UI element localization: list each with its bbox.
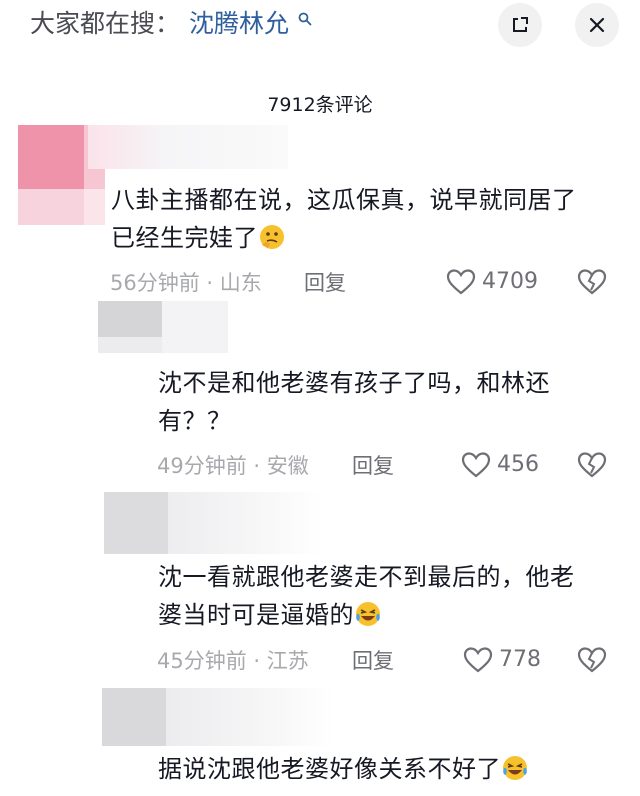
expand-icon — [513, 17, 528, 32]
close-button[interactable] — [575, 3, 619, 47]
avatar-mosaic — [98, 337, 162, 353]
username-blurred[interactable] — [162, 301, 228, 353]
avatar[interactable] — [102, 688, 166, 746]
thinking-face-emoji — [260, 225, 284, 249]
broken-heart-icon[interactable] — [577, 451, 607, 479]
avatar-mosaic — [18, 189, 84, 225]
laughing-crying-emoji — [503, 756, 527, 780]
expand-button[interactable] — [498, 3, 542, 47]
reply-button[interactable]: 回复 — [304, 268, 346, 298]
username-blurred[interactable] — [168, 492, 323, 554]
top-bar: 大家都在搜： 沈腾林允 — [0, 0, 640, 54]
avatar-mosaic — [18, 125, 84, 189]
like-count: 4709 — [482, 269, 538, 294]
search-keyword-link[interactable]: 沈腾林允 — [189, 6, 289, 42]
like-count: 778 — [499, 647, 541, 672]
like-count: 456 — [497, 452, 539, 477]
search-prefix: 大家都在搜： — [30, 9, 181, 38]
search-icon[interactable] — [298, 12, 312, 26]
broken-heart-icon[interactable] — [577, 268, 607, 296]
comment-meta: 56分钟前 · 山东 — [110, 271, 262, 295]
heart-icon — [461, 452, 491, 478]
like-button[interactable]: 778 — [463, 645, 541, 675]
heart-icon — [463, 647, 493, 673]
reply-button[interactable]: 回复 — [352, 646, 394, 676]
comment-text: 据说沈跟他老婆好像关系不好了 — [158, 750, 618, 788]
reply-button[interactable]: 回复 — [352, 451, 394, 481]
comment-text: 沈一看就跟他老婆走不到最后的，他老 婆当时可是逼婚的 — [158, 563, 575, 629]
like-button[interactable]: 4709 — [446, 267, 538, 297]
username-blurred[interactable] — [88, 125, 288, 169]
comment-text: 八卦主播都在说，这瓜保真，说早就同居了 已经生完娃了 — [111, 186, 577, 252]
heart-icon — [446, 269, 476, 295]
avatar[interactable] — [104, 492, 168, 554]
avatar-mosaic — [84, 189, 105, 225]
comment-meta: 49分钟前 · 安徽 — [157, 454, 309, 478]
comment-text: 沈不是和他老婆有孩子了吗，和林还 有？？ — [158, 369, 550, 435]
laughing-crying-emoji — [356, 602, 380, 626]
comment-count: 7912条评论 — [267, 94, 373, 116]
comment-meta: 45分钟前 · 江苏 — [157, 649, 309, 673]
close-icon — [589, 17, 605, 33]
username-blurred[interactable] — [166, 688, 334, 746]
broken-heart-icon[interactable] — [577, 646, 607, 674]
avatar[interactable] — [98, 301, 162, 353]
like-button[interactable]: 456 — [461, 450, 539, 480]
